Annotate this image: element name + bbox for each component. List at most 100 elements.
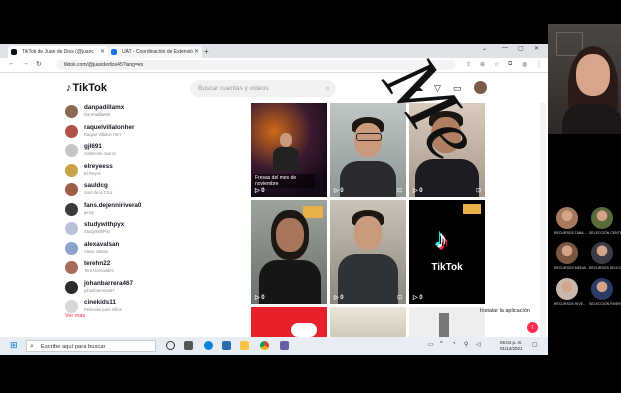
account-item[interactable]: fans.dejennirivera0 jenny [62,201,242,221]
tab-uat[interactable]: UAT - Coordinación de Extensió ✕ [108,46,202,58]
close-icon[interactable]: ✕ [194,46,199,58]
account-item[interactable]: studywithpyx StudyWithPyx [62,220,242,240]
person-body [338,254,398,304]
video-badge [303,206,323,218]
play-count: ▷ 0 [413,188,423,194]
search-icon[interactable]: ⌕ [326,80,330,97]
video-tile[interactable]: ▷ 0 ⊡ [330,200,406,304]
lock-icon: ⊡ [475,188,481,194]
video-tile[interactable]: Fresas del mes de noviembre ▷ 0 [251,103,327,197]
account-item[interactable]: elreyeess El Reyes [62,162,242,182]
back-icon[interactable]: ← [8,60,15,67]
account-display-name: jenny [84,209,95,215]
suggested-accounts-list: danpadillamx DanPadillaMX raquelvillalonhe… [62,103,242,333]
forward-icon[interactable]: → [22,60,29,67]
zoom-icon[interactable]: ⊕ [480,61,485,68]
account-username: studywithpyx [84,221,125,228]
tiktok-favicon-icon [11,49,17,55]
participant-avatar[interactable] [591,278,613,300]
mail-icon[interactable] [222,341,231,350]
share-icon[interactable]: ⇪ [466,61,471,68]
participant-name: SELECCIÓN CENTRA... [589,231,621,235]
edge-icon[interactable] [204,341,213,350]
mic-icon[interactable]: ⚲ [464,341,468,348]
account-display-name: Tere Hernandez [84,268,114,273]
account-username: sauldcg [84,182,108,189]
volume-icon[interactable]: ◁ [476,341,481,348]
account-item[interactable]: raquelvillalonher Raquel Villalon Herr [62,123,242,143]
video-tile[interactable]: ♪ TikTok ▷ 0 [409,200,485,304]
chrome-icon[interactable] [260,341,269,350]
glasses [356,133,382,141]
participant-avatar[interactable] [556,207,578,229]
account-item[interactable]: gjl691 Gabrimon Juarez [62,142,242,162]
close-window-icon[interactable]: ✕ [534,45,539,52]
avatar [65,105,78,118]
clock-date: 01/12/2021 [500,345,523,351]
see-more-link[interactable]: Ver mas [65,313,85,319]
avatar [65,222,78,235]
chevron-down-icon[interactable]: ⌄ [482,45,487,52]
participant-avatar[interactable] [591,207,613,229]
active-speaker-video [548,24,621,134]
account-item[interactable]: johanbarrera467 johanbarrera467 [62,279,242,299]
star-icon[interactable]: ☆ [494,61,499,68]
url-field[interactable]: tiktok.com/@juandedios45?lang=es [56,60,456,70]
account-display-name: johanbarrera467 [84,287,115,293]
network-icon[interactable]: ◔ [452,341,456,347]
account-display-name: Alexa Valsan [84,248,109,254]
tiktok-logo[interactable]: ♪TikTok [66,82,107,94]
lock-icon: ⊡ [396,295,402,301]
scrollbar[interactable] [540,103,546,353]
play-count: ▷ 0 [334,188,344,194]
close-icon[interactable]: ✕ [100,46,105,58]
tray-keyboard-icon[interactable]: ▭ [428,341,434,348]
participant-avatar[interactable] [556,242,578,264]
avatar [65,202,78,216]
participant-name: RECURSOS MEDIA... [554,266,589,270]
tray-chevron-icon[interactable]: ^ [440,341,443,347]
scroll-top-button[interactable]: ↑ [527,322,538,333]
maximize-icon[interactable]: ▢ [518,45,524,52]
tiktok-note-icon: ♪ [435,224,448,254]
video-tile[interactable]: ▷ 0 [251,200,327,304]
person-body [340,161,396,197]
account-item[interactable]: cinekids11 Películas para niños [62,298,242,318]
cortana-icon[interactable] [166,341,175,350]
avatar [65,261,78,274]
file-explorer-icon[interactable] [240,341,249,350]
profile-icon[interactable]: ◍ [522,61,527,68]
tab-label: UAT - Coordinación de Extensió [122,49,193,55]
video-caption: TikTok [431,262,463,273]
avatar [65,300,78,313]
account-item[interactable]: danpadillamx DanPadillaMX [62,103,242,123]
participant-name: RECURSOS SELEC... [589,266,621,270]
teams-icon[interactable] [280,341,289,350]
task-view-icon[interactable] [184,341,193,350]
tab-tiktok[interactable]: TikTok de Juan de Dios (@juanc ✕ [8,46,108,58]
windows-taskbar: ⊞ ⌕ Escribe aquí para buscar ▭ ^ ◔ ⚲ ◁ 0… [0,337,548,355]
search-icon: ⌕ [30,343,34,350]
participant-avatar[interactable] [556,278,578,300]
account-item[interactable]: alexavalsan Alexa Valsan [62,240,242,260]
avatar [65,124,78,138]
account-item[interactable]: sauldcg Saul de la Cruz [62,181,242,201]
reload-icon[interactable]: ↻ [36,60,42,68]
menu-icon[interactable]: ⋮ [536,61,542,68]
search-input[interactable]: Buscar cuentas y videos ⌕ [190,80,336,97]
video-badge [463,204,481,214]
video-caption: Fresas del mes de noviembre [253,174,315,188]
install-app-link[interactable]: Instalar la aplicación [480,308,530,314]
account-item[interactable]: terehn22 Tere Hernandez [62,259,242,279]
participant-name: RECURSOS RIVE... [554,302,586,306]
extension-icon[interactable]: ⧉ [508,61,512,68]
speaker-face [576,54,610,96]
windows-start-icon[interactable]: ⊞ [10,341,18,350]
taskbar-search-input[interactable]: ⌕ Escribe aquí para buscar [26,340,156,352]
play-count: ▷ 0 [255,188,265,194]
minimize-icon[interactable]: — [502,45,508,51]
participant-avatar[interactable] [591,242,613,264]
notifications-icon[interactable]: ▢ [532,341,538,348]
new-tab-button[interactable]: + [204,46,209,58]
taskbar-clock[interactable]: 05:04 p. m. 01/12/2021 [500,340,523,351]
